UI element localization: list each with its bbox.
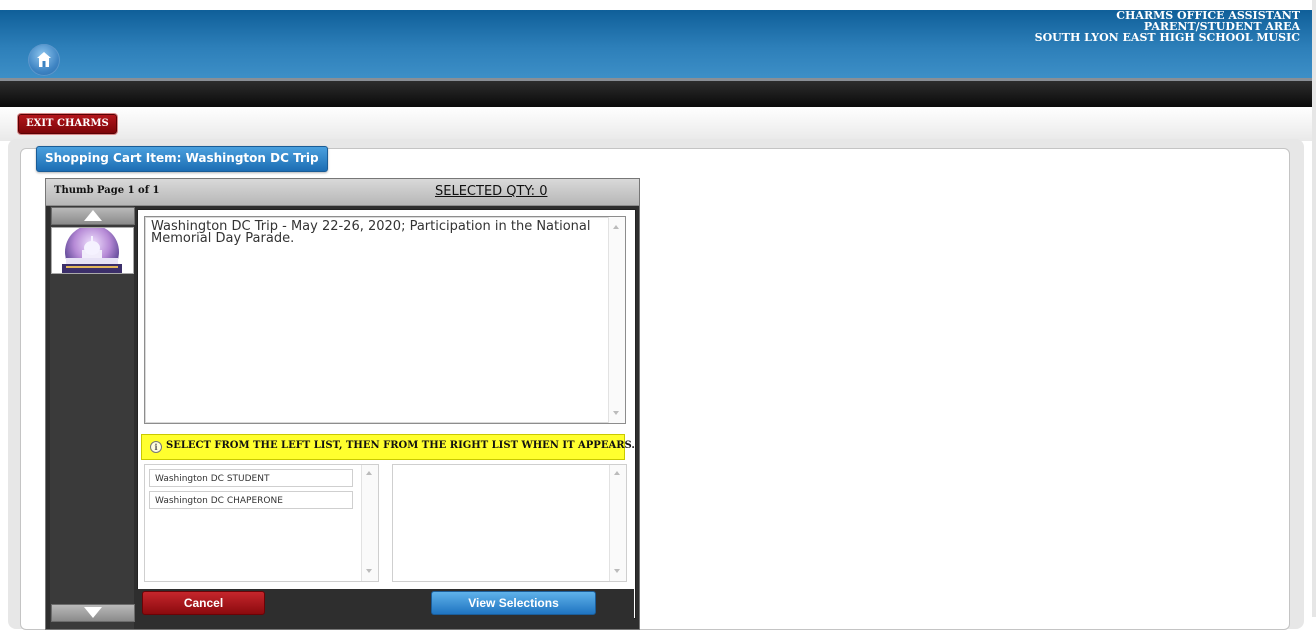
capitol-building-image (62, 228, 122, 273)
scroll-down-arrow-icon (366, 569, 372, 573)
scroll-up-arrow-icon (614, 471, 620, 475)
home-icon (37, 52, 51, 67)
right-selection-list (392, 464, 627, 582)
toolbar-strip (0, 107, 1312, 141)
list-item[interactable]: Washington DC CHAPERONE (149, 491, 353, 509)
thumbnail-capitol-image[interactable] (51, 227, 134, 274)
info-icon: i (150, 441, 162, 453)
instruction-notice: i SELECT FROM THE LEFT LIST, THEN FROM T… (141, 434, 635, 460)
right-list-scrollbar[interactable] (609, 465, 626, 581)
action-bar: Cancel View Selections (137, 589, 634, 629)
cancel-button[interactable]: Cancel (142, 591, 265, 615)
thumb-scroll-down-button[interactable] (51, 604, 135, 622)
thumbnail-column (50, 206, 135, 629)
panel-title: Shopping Cart Item: Washington DC Trip (36, 146, 328, 172)
cart-item-widget: Thumb Page 1 of 1 SELECTED QTY: 0 Washin… (45, 178, 640, 630)
scroll-down-arrow-icon (613, 411, 619, 415)
page-scrollbar[interactable] (1312, 0, 1316, 617)
nav-bar (0, 81, 1312, 107)
home-button[interactable] (28, 44, 60, 76)
header-title-line: SOUTH LYON EAST HIGH SCHOOL MUSIC (1034, 31, 1300, 44)
list-item[interactable]: Washington DC STUDENT (149, 469, 353, 487)
left-selection-list: Washington DC STUDENT Washington DC CHAP… (144, 464, 379, 582)
thumb-page-label: Thumb Page 1 of 1 (54, 185, 160, 196)
header-titles: CHARMS OFFICE ASSISTANT PARENT/STUDENT A… (1035, 10, 1300, 43)
description-textarea[interactable]: Washington DC Trip - May 22-26, 2020; Pa… (144, 216, 626, 424)
left-list-scrollbar[interactable] (361, 465, 378, 581)
selected-qty-label: SELECTED QTY: 0 (435, 184, 548, 199)
exit-charms-button[interactable]: EXIT CHARMS (18, 114, 117, 134)
scroll-up-arrow-icon (613, 225, 619, 229)
scroll-down-arrow-icon (614, 569, 620, 573)
notice-text: SELECT FROM THE LEFT LIST, THEN FROM THE… (166, 440, 635, 451)
description-scrollbar[interactable] (608, 217, 625, 423)
app-header: CHARMS OFFICE ASSISTANT PARENT/STUDENT A… (0, 10, 1312, 78)
description-text: Washington DC Trip - May 22-26, 2020; Pa… (151, 219, 591, 246)
triangle-down-icon (84, 607, 102, 618)
scroll-up-arrow-icon (366, 471, 372, 475)
thumb-scroll-up-button[interactable] (51, 207, 135, 225)
widget-header: Thumb Page 1 of 1 SELECTED QTY: 0 (46, 179, 639, 206)
item-detail-area: Washington DC Trip - May 22-26, 2020; Pa… (137, 209, 636, 619)
view-selections-button[interactable]: View Selections (431, 591, 596, 615)
triangle-up-icon (84, 210, 102, 221)
